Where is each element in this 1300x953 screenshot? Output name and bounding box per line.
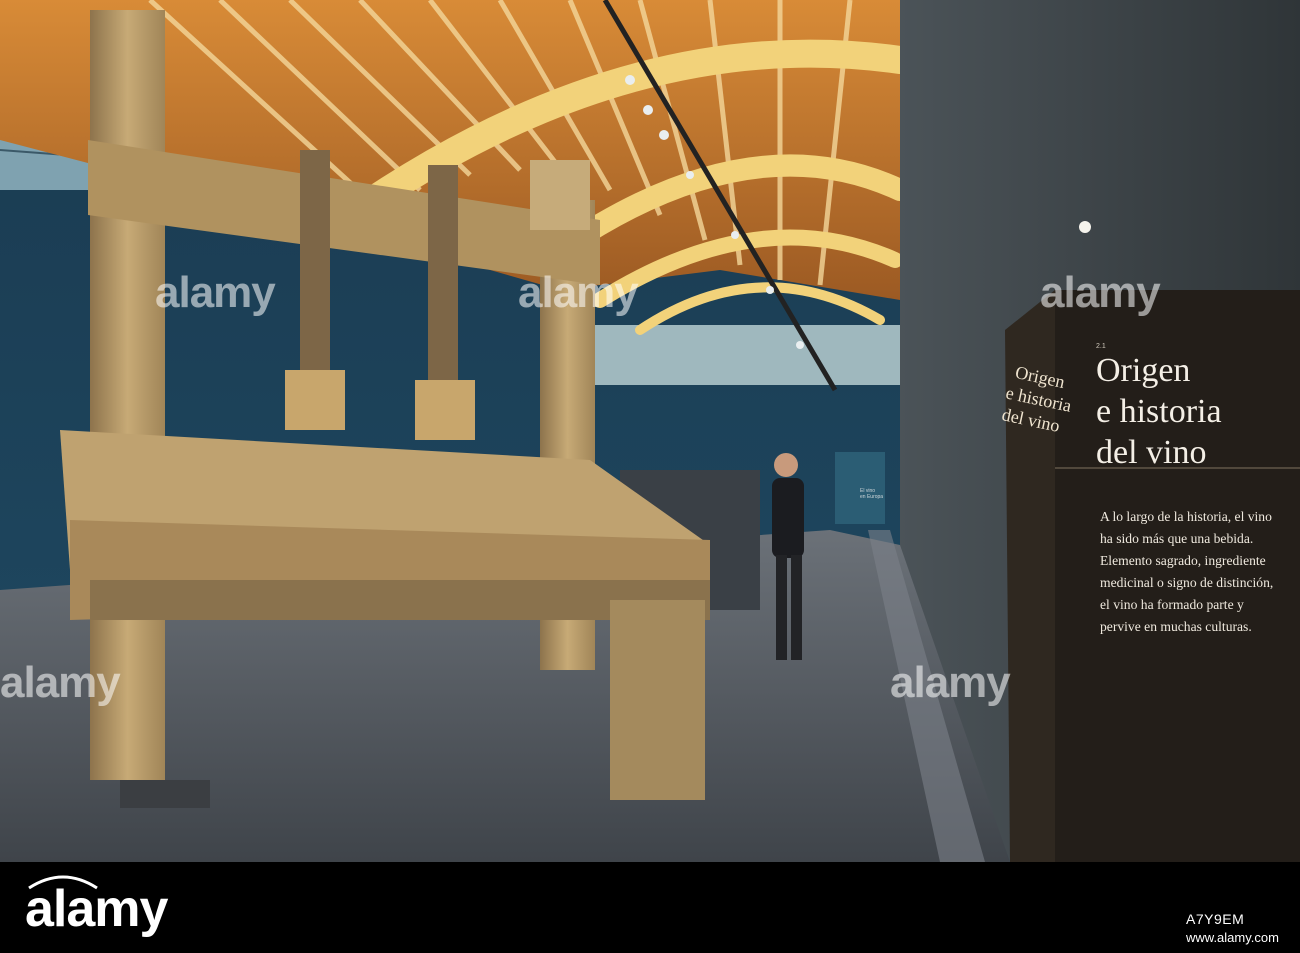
image-id: A7Y9EM (1186, 911, 1245, 927)
sign-body-line: el vino ha formado parte y (1100, 597, 1244, 612)
footer-logo: alamy (25, 880, 168, 938)
sign-title-line: e historia (1096, 393, 1222, 430)
photo-stage: alamy alamy alamy alamy alamy 2.1 Origen… (0, 0, 1300, 953)
watermark: alamy (890, 658, 1011, 707)
ceiling-downlight (1079, 221, 1091, 233)
footer-url: www.alamy.com (1186, 930, 1279, 945)
sign-body-text: A lo largo de la historia, el vino ha si… (1100, 508, 1300, 638)
watermark: alamy (0, 658, 121, 707)
sign-body-line: A lo largo de la historia, el vino (1100, 509, 1272, 524)
sign-title: Origen e historia del vino (1096, 350, 1296, 473)
sign-body-line: Elemento sagrado, ingrediente (1100, 553, 1266, 568)
watermark: alamy (1040, 268, 1161, 317)
watermark: alamy (518, 268, 639, 317)
sign-title-line: del vino (1096, 434, 1207, 471)
wall-display-label: El vino en Europa (860, 488, 883, 500)
sign-title-line: Origen (1096, 352, 1191, 389)
stock-footer-bar (0, 862, 1300, 953)
sign-body-line: medicinal o signo de distinción, (1100, 575, 1274, 590)
watermark: alamy (155, 268, 276, 317)
sign-body-line: ha sido más que una bebida. (1100, 531, 1254, 546)
wall-display-label-line: en Europa (860, 494, 884, 500)
sign-body-line: pervive en muchas culturas. (1100, 619, 1252, 634)
sign-number: 2.1 (1096, 343, 1106, 350)
